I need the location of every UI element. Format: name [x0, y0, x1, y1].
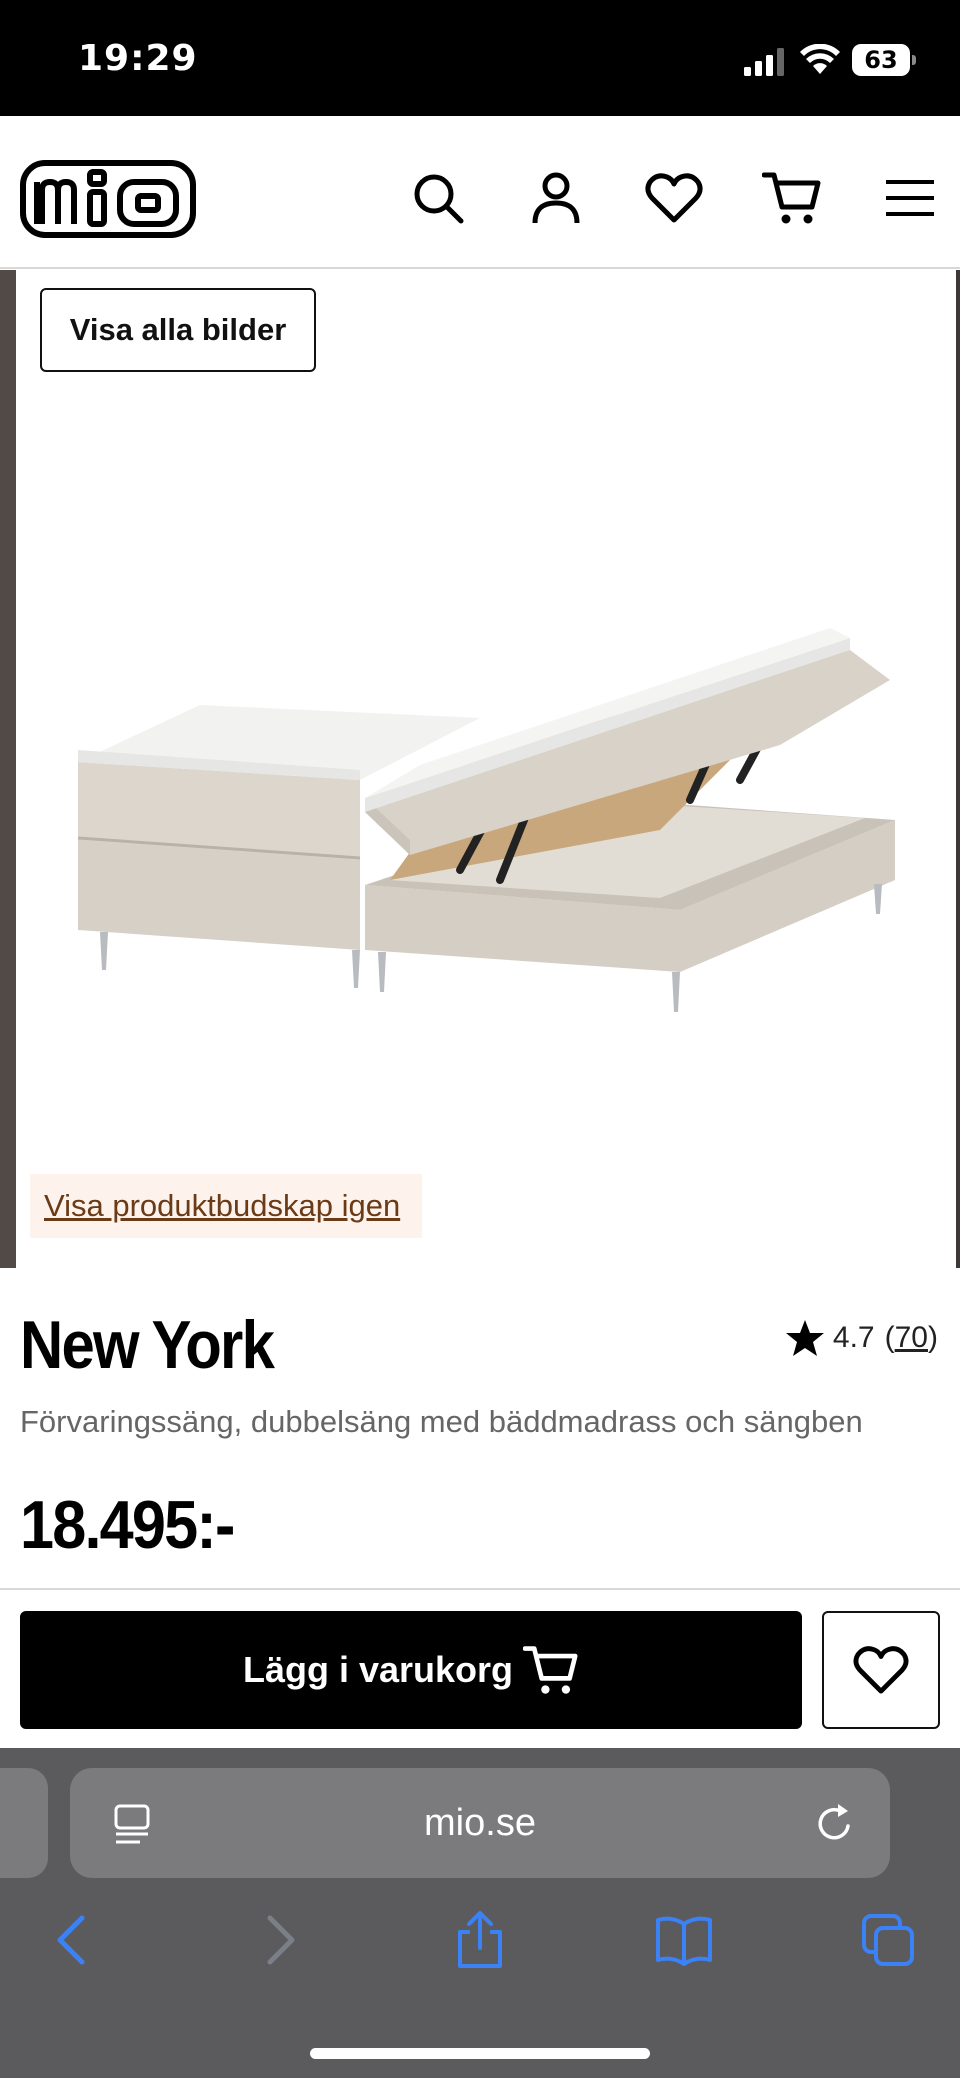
- add-to-favorites-button[interactable]: [822, 1611, 940, 1729]
- heart-icon: [853, 1646, 909, 1694]
- review-count-close: ): [928, 1321, 938, 1354]
- cart-icon[interactable]: [762, 168, 822, 228]
- heart-icon[interactable]: [644, 168, 704, 228]
- signal-icon: [744, 48, 784, 76]
- rating-value: 4.7: [832, 1321, 875, 1354]
- status-time: 19:29: [78, 38, 198, 79]
- back-icon[interactable]: [40, 1908, 104, 1972]
- mio-logo[interactable]: [20, 160, 196, 238]
- search-icon[interactable]: [408, 168, 468, 228]
- product-rating[interactable]: 4.7 (70): [785, 1318, 938, 1358]
- product-image: [77, 628, 895, 1012]
- menu-icon[interactable]: [880, 168, 940, 228]
- address-bar[interactable]: mio.se: [70, 1768, 890, 1878]
- home-indicator: [310, 2048, 650, 2059]
- browser-toolbar: mio.se: [0, 1748, 960, 2078]
- review-count-link[interactable]: 70: [895, 1321, 928, 1355]
- gallery-prev-edge: [0, 270, 16, 1268]
- divider: [0, 1588, 960, 1590]
- show-product-message-label: Visa produktbudskap igen: [44, 1188, 401, 1223]
- url-text[interactable]: mio.se: [70, 1768, 890, 1878]
- add-to-cart-label: Lägg i varukorg: [242, 1649, 514, 1690]
- tabs-icon[interactable]: [856, 1908, 920, 1972]
- product-gallery[interactable]: Visa alla bilder Visa produktbudskap ige…: [0, 270, 960, 1268]
- product-title: New York: [20, 1307, 275, 1383]
- show-all-images-button[interactable]: Visa alla bilder: [40, 288, 316, 372]
- battery-indicator: 63: [852, 44, 916, 76]
- star-icon: [785, 1320, 824, 1356]
- product-price: 18.495:-: [20, 1487, 235, 1563]
- status-bar: 19:29 63: [0, 0, 960, 116]
- wifi-icon: [800, 44, 840, 74]
- share-icon[interactable]: [448, 1908, 512, 1972]
- reload-icon[interactable]: [812, 1802, 856, 1846]
- product-subtitle: Förvaringssäng, dubbelsäng med bäddmadra…: [20, 1404, 863, 1439]
- account-icon[interactable]: [526, 168, 586, 228]
- forward-icon[interactable]: [248, 1908, 312, 1972]
- cart-icon: [523, 1646, 578, 1694]
- bookmarks-icon[interactable]: [652, 1908, 716, 1972]
- previous-tab-peek[interactable]: [0, 1768, 48, 1878]
- gallery-next-edge: [956, 270, 960, 1268]
- add-to-cart-button[interactable]: Lägg i varukorg: [20, 1611, 802, 1729]
- review-count-open: (: [884, 1321, 895, 1354]
- site-header: [0, 116, 960, 269]
- show-product-message-button[interactable]: Visa produktbudskap igen: [30, 1174, 422, 1238]
